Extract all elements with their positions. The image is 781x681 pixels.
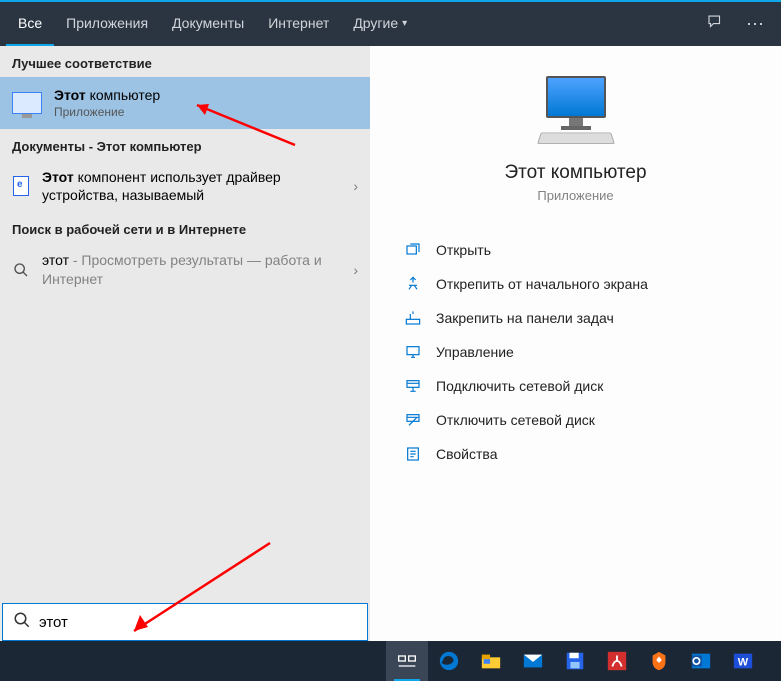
more-options-icon[interactable]: ⋯ <box>735 14 775 35</box>
best-subtitle: Приложение <box>54 105 160 119</box>
properties-icon <box>404 445 422 463</box>
action-manage[interactable]: Управление <box>400 335 751 369</box>
document-icon <box>12 177 30 195</box>
explorer-icon[interactable] <box>470 641 512 681</box>
manage-icon <box>404 343 422 361</box>
section-header-best: Лучшее соответствие <box>0 46 370 77</box>
acrobat-icon[interactable] <box>596 641 638 681</box>
action-properties[interactable]: Свойства <box>400 437 751 471</box>
action-pin-taskbar[interactable]: Закрепить на панели задач <box>400 301 751 335</box>
best-title: Этот компьютер <box>54 87 160 103</box>
search-icon <box>13 611 31 634</box>
result-best-this-pc[interactable]: Этот компьютер Приложение <box>0 77 370 129</box>
tab-all[interactable]: Все <box>6 2 54 46</box>
chevron-right-icon: › <box>353 262 358 278</box>
open-icon <box>404 241 422 259</box>
tab-bar: Все Приложения Документы Интернет Другие… <box>0 0 781 46</box>
action-open[interactable]: Открыть <box>400 233 751 267</box>
tab-apps[interactable]: Приложения <box>54 2 160 46</box>
svg-text:W: W <box>738 657 749 669</box>
brave-icon[interactable] <box>638 641 680 681</box>
unmap-drive-icon <box>404 411 422 429</box>
tab-docs[interactable]: Документы <box>160 2 256 46</box>
edge-icon[interactable] <box>428 641 470 681</box>
computer-icon-large <box>531 76 621 146</box>
results-panel: Лучшее соответствие Этот компьютер Прило… <box>0 46 370 641</box>
action-unmap-drive[interactable]: Отключить сетевой диск <box>400 403 751 437</box>
result-web-item[interactable]: этот - Просмотреть результаты — работа и… <box>0 243 370 295</box>
search-bar[interactable] <box>2 603 368 641</box>
action-unpin-start[interactable]: Открепить от начального экрана <box>400 267 751 301</box>
taskview-icon[interactable] <box>386 641 428 681</box>
taskbar: W <box>0 641 781 681</box>
unpin-icon <box>404 275 422 293</box>
word-icon[interactable]: W <box>722 641 764 681</box>
feedback-icon[interactable] <box>695 13 735 36</box>
section-header-web: Поиск в рабочей сети и в Интернете <box>0 212 370 243</box>
doc-item-text: Этот компонент использует драйвер устрой… <box>42 168 341 204</box>
chevron-down-icon: ▾ <box>402 18 407 29</box>
chevron-right-icon: › <box>353 178 358 194</box>
action-map-drive[interactable]: Подключить сетевой диск <box>400 369 751 403</box>
tab-web[interactable]: Интернет <box>256 2 341 46</box>
search-input[interactable] <box>39 614 357 631</box>
tab-more[interactable]: Другие▾ <box>341 2 419 46</box>
section-header-documents: Документы - Этот компьютер <box>0 129 370 160</box>
pin-taskbar-icon <box>404 309 422 327</box>
preview-title: Этот компьютер <box>400 162 751 184</box>
mail-icon[interactable] <box>512 641 554 681</box>
web-item-text: этот - Просмотреть результаты — работа и… <box>42 251 341 287</box>
preview-subtitle: Приложение <box>400 188 751 203</box>
preview-panel: Этот компьютер Приложение Открыть Откреп… <box>370 46 781 641</box>
outlook-icon[interactable] <box>680 641 722 681</box>
computer-icon <box>12 92 42 114</box>
result-document-item[interactable]: Этот компонент использует драйвер устрой… <box>0 160 370 212</box>
search-icon <box>12 261 30 279</box>
save-icon[interactable] <box>554 641 596 681</box>
map-drive-icon <box>404 377 422 395</box>
